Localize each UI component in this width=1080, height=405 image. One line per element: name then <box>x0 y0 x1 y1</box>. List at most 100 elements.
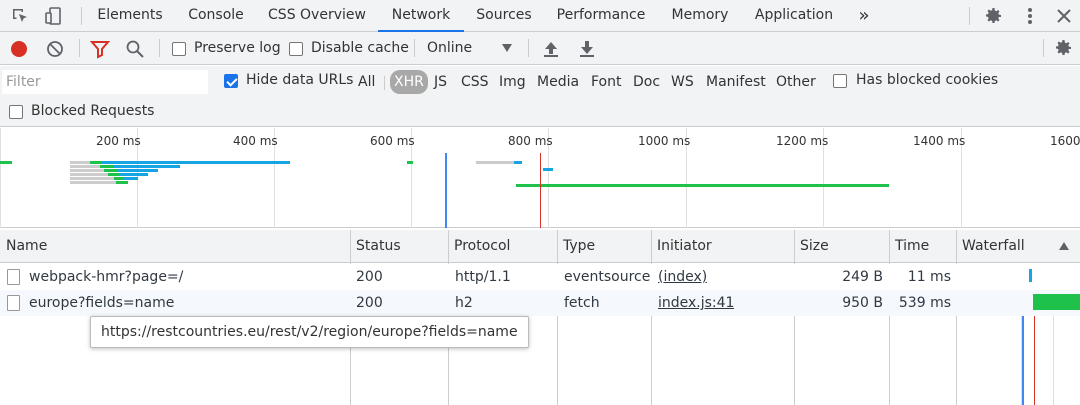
request-initiator-link[interactable]: (index) <box>658 264 707 290</box>
type-filter-other[interactable]: Other <box>776 70 816 94</box>
overview-bar <box>90 161 102 164</box>
column-header-size[interactable]: Size <box>794 230 889 263</box>
column-header-waterfall[interactable]: Waterfall <box>956 230 1056 263</box>
dom-content-loaded-marker <box>445 153 447 228</box>
hide-data-urls-checkbox[interactable] <box>224 74 238 88</box>
tab-network[interactable]: Network <box>378 0 464 32</box>
column-header-protocol[interactable]: Protocol <box>448 230 557 263</box>
overview-bar <box>114 177 124 180</box>
filter-input[interactable] <box>2 70 208 94</box>
blocked-requests-checkbox[interactable] <box>9 105 23 119</box>
request-name[interactable]: webpack-hmr?page=/ <box>29 264 347 290</box>
table-row[interactable]: webpack-hmr?page=/ 200 http/1.1 eventsou… <box>0 264 1080 290</box>
overview-bar <box>120 173 148 176</box>
type-filter-doc[interactable]: Doc <box>633 70 660 94</box>
request-status: 200 <box>356 269 383 285</box>
blocked-requests-label: Blocked Requests <box>31 103 155 119</box>
preserve-log-checkbox[interactable] <box>172 42 186 56</box>
settings-gear-icon[interactable] <box>984 6 1004 26</box>
tick-label: 400 ms <box>233 134 278 148</box>
column-header-type[interactable]: Type <box>557 230 651 263</box>
separator <box>969 7 970 25</box>
export-har-icon[interactable] <box>578 39 596 59</box>
request-time: 539 ms <box>898 295 951 311</box>
tick-label: 1200 ms <box>776 134 829 148</box>
overview-bar <box>476 161 514 164</box>
type-filter-ws[interactable]: WS <box>671 70 694 94</box>
clear-icon[interactable] <box>45 39 65 59</box>
request-type: eventsource <box>564 269 651 285</box>
requests-table-header: Name Status Protocol Type Initiator Size… <box>0 230 1080 263</box>
waterfall-bar <box>1029 269 1032 282</box>
request-protocol: h2 <box>455 295 473 311</box>
disable-cache-checkbox[interactable] <box>289 42 303 56</box>
request-size: 950 B <box>842 295 883 311</box>
overview-bar <box>543 168 553 171</box>
request-protocol: http/1.1 <box>455 269 511 285</box>
tick-label: 1000 ms <box>638 134 691 148</box>
tick-label: 800 ms <box>508 134 553 148</box>
type-filter-all[interactable]: All <box>358 70 375 94</box>
tab-console[interactable]: Console <box>180 0 252 31</box>
load-event-marker <box>540 153 541 228</box>
overview-bar <box>114 165 180 168</box>
import-har-icon[interactable] <box>542 39 560 59</box>
device-toolbar-icon[interactable] <box>44 6 64 26</box>
request-name[interactable]: europe?fields=name <box>29 290 347 316</box>
tab-application[interactable]: Application <box>746 0 842 31</box>
separator <box>384 76 385 90</box>
has-blocked-cookies-checkbox[interactable] <box>833 74 847 88</box>
type-filter-media[interactable]: Media <box>537 70 579 94</box>
network-toolbar: Preserve log Disable cache Online <box>0 32 1080 65</box>
close-icon[interactable] <box>1054 6 1074 26</box>
request-time: 11 ms <box>907 269 951 285</box>
overview-bar <box>70 181 116 184</box>
more-options-icon[interactable] <box>1020 6 1040 26</box>
type-filter-img[interactable]: Img <box>499 70 526 94</box>
dropdown-arrow-icon[interactable] <box>501 43 513 53</box>
column-header-time[interactable]: Time <box>889 230 956 263</box>
type-filter-manifest[interactable]: Manifest <box>706 70 766 94</box>
sort-ascending-icon[interactable] <box>1058 241 1070 251</box>
type-filter-js[interactable]: JS <box>434 70 447 94</box>
separator <box>79 39 80 57</box>
tick-label: 1400 ms <box>913 134 966 148</box>
tab-performance[interactable]: Performance <box>548 0 654 31</box>
has-blocked-cookies-label: Has blocked cookies <box>856 72 999 88</box>
overview-bar <box>100 165 114 168</box>
waterfall-bar <box>1033 294 1080 310</box>
overview-bar <box>116 181 128 184</box>
column-header-status[interactable]: Status <box>350 230 448 263</box>
disable-cache-label: Disable cache <box>311 40 409 56</box>
devtools-tab-bar: Elements Console CSS Overview Network So… <box>0 0 1080 32</box>
type-filter-css[interactable]: CSS <box>461 70 489 94</box>
overview-bar <box>108 173 120 176</box>
network-overview-timeline[interactable]: 200 ms 400 ms 600 ms 800 ms 1000 ms 1200… <box>0 128 1080 228</box>
filter-icon[interactable] <box>90 39 110 59</box>
request-status: 200 <box>356 295 383 311</box>
record-icon[interactable] <box>9 39 29 59</box>
tab-elements[interactable]: Elements <box>90 0 170 31</box>
overview-bar <box>0 161 12 164</box>
network-settings-gear-icon[interactable] <box>1054 38 1074 58</box>
throttling-select[interactable]: Online <box>427 40 472 56</box>
column-header-initiator[interactable]: Initiator <box>651 230 794 263</box>
tick-label: 200 ms <box>96 134 141 148</box>
overview-bar <box>516 184 889 187</box>
table-row[interactable]: europe?fields=name 200 h2 fetch index.js… <box>0 290 1080 316</box>
column-separator <box>651 230 652 405</box>
column-header-name[interactable]: Name <box>0 230 350 263</box>
tab-sources[interactable]: Sources <box>470 0 538 31</box>
type-filter-font[interactable]: Font <box>591 70 621 94</box>
tick-label: 600 ms <box>370 134 415 148</box>
more-tabs-button[interactable]: » <box>852 0 876 31</box>
grid-line <box>0 128 1 228</box>
inspect-element-icon[interactable] <box>10 6 30 26</box>
search-icon[interactable] <box>125 39 145 59</box>
tab-css-overview[interactable]: CSS Overview <box>262 0 372 31</box>
type-filter-xhr[interactable]: XHR <box>390 70 428 94</box>
request-initiator-link[interactable]: index.js:41 <box>658 290 734 316</box>
separator <box>528 39 529 57</box>
tab-memory[interactable]: Memory <box>664 0 736 31</box>
separator <box>81 7 82 25</box>
